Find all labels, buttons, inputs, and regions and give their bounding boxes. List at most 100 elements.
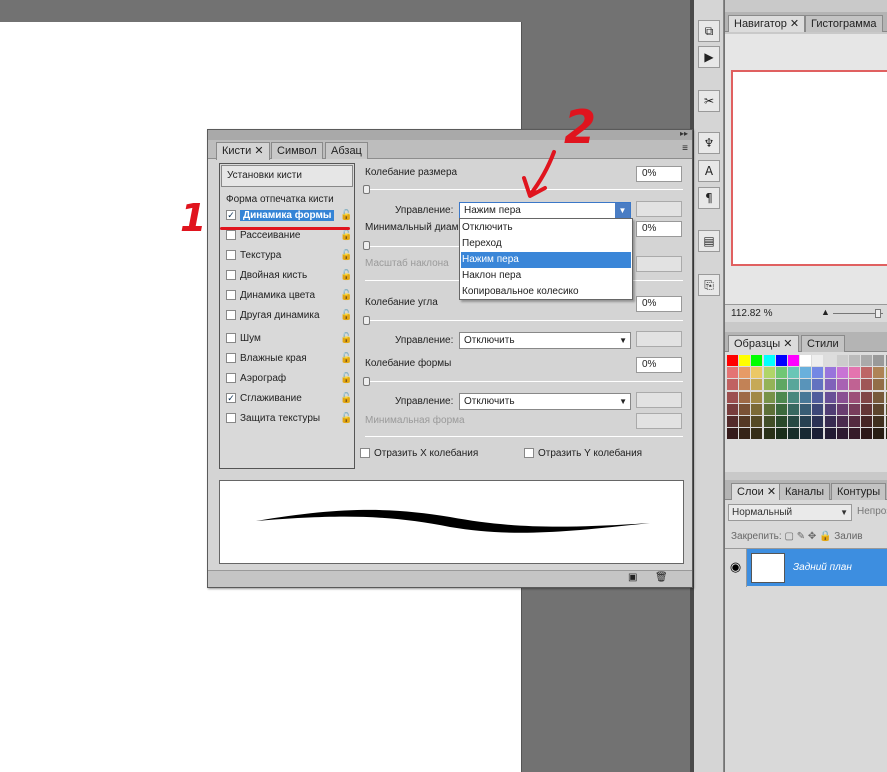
close-icon[interactable]: ✕ [767, 486, 776, 498]
control-dropdown-list[interactable]: Отключить Переход Нажим пера Наклон пера… [459, 218, 633, 300]
lock-icon[interactable]: 🔓 [340, 393, 352, 405]
color-swatch[interactable] [873, 355, 885, 366]
brush-setting-item[interactable]: Двойная кисть [226, 268, 307, 284]
color-swatch[interactable] [812, 367, 824, 379]
lock-position-icon[interactable]: ✥ [808, 531, 816, 542]
color-swatch[interactable] [873, 367, 885, 379]
angle-control-select[interactable]: Отключить ▼ [459, 332, 631, 349]
eye-icon[interactable]: ◉ [725, 549, 747, 587]
lock-icon[interactable]: 🔓 [340, 373, 352, 385]
close-icon[interactable]: ✕ [783, 338, 792, 350]
color-swatch[interactable] [824, 416, 836, 427]
panel-menu-icon[interactable]: ≡ [682, 143, 688, 154]
checkbox[interactable] [226, 333, 236, 344]
close-icon[interactable]: ✕ [790, 18, 799, 30]
lock-icon[interactable]: 🔓 [340, 210, 352, 222]
roundness-jitter-input[interactable]: 0% [636, 357, 682, 373]
color-swatch[interactable] [873, 416, 885, 427]
color-swatch[interactable] [861, 391, 873, 403]
color-swatch[interactable] [775, 428, 787, 440]
color-swatch[interactable] [812, 391, 824, 403]
color-swatch[interactable] [727, 367, 738, 379]
brush-setting-item[interactable]: Текстура [226, 248, 281, 264]
color-swatch[interactable] [739, 355, 751, 366]
color-swatch[interactable] [873, 379, 885, 391]
brush-setting-item[interactable]: Рассеивание [226, 228, 300, 244]
color-swatch[interactable] [763, 428, 775, 440]
checkbox[interactable] [226, 373, 236, 384]
brush-presets-button[interactable]: Установки кисти [221, 165, 353, 187]
size-jitter-knob[interactable] [363, 185, 370, 194]
tab-styles[interactable]: Стили [801, 335, 845, 352]
color-swatch[interactable] [739, 416, 751, 427]
color-swatch[interactable] [775, 416, 787, 427]
color-swatch[interactable] [824, 391, 836, 403]
checkbox[interactable] [226, 310, 236, 321]
color-swatch[interactable] [788, 379, 799, 391]
zoom-slider-knob[interactable] [875, 309, 881, 318]
color-swatch[interactable] [739, 428, 751, 440]
tab-paths[interactable]: Контуры [831, 483, 887, 500]
lock-icon[interactable]: 🔓 [340, 353, 352, 365]
brush-setting-item[interactable]: Другая динамика [226, 308, 320, 324]
blend-mode-select[interactable]: Нормальный ▼ [728, 504, 852, 521]
character-icon[interactable]: A [698, 160, 720, 182]
dropdown-option-stylus-wheel[interactable]: Копировальное колесико [461, 284, 631, 300]
close-icon[interactable]: ✕ [254, 145, 263, 157]
color-swatch[interactable] [727, 428, 738, 440]
lock-icon[interactable]: 🔓 [340, 290, 352, 302]
color-swatch[interactable] [800, 428, 812, 440]
color-swatch[interactable] [751, 355, 763, 366]
checkbox[interactable] [226, 413, 236, 424]
lock-icon[interactable]: 🔓 [340, 270, 352, 282]
tip-shape-item[interactable]: Форма отпечатка кисти [226, 192, 334, 208]
tab-channels[interactable]: Каналы [779, 483, 831, 500]
flip-x-checkbox[interactable]: Отразить X колебания [360, 448, 478, 459]
angle-jitter-knob[interactable] [363, 316, 370, 325]
lock-icon[interactable]: 🔓 [340, 413, 352, 425]
history-icon[interactable]: ⧉ [698, 20, 720, 42]
checkbox[interactable] [524, 448, 534, 459]
color-swatch[interactable] [727, 403, 738, 415]
color-swatch[interactable] [836, 355, 848, 366]
color-swatch[interactable] [800, 403, 812, 415]
brush-setting-item[interactable]: ✓ Сглаживание [226, 391, 302, 407]
lock-icon[interactable]: 🔓 [340, 230, 352, 242]
roundness-jitter-slider[interactable] [365, 381, 683, 382]
color-swatch[interactable] [800, 416, 812, 427]
color-swatch[interactable] [788, 355, 799, 366]
lock-icon[interactable]: 🔓 [340, 333, 352, 345]
color-swatch[interactable] [763, 403, 775, 415]
navigator-area[interactable] [725, 34, 887, 304]
tab-swatches[interactable]: Образцы ✕ [728, 335, 799, 352]
color-swatch[interactable] [861, 379, 873, 391]
color-swatch[interactable] [849, 403, 860, 415]
color-swatch[interactable] [763, 367, 775, 379]
checkbox[interactable] [226, 270, 236, 281]
color-swatch[interactable] [788, 403, 799, 415]
checkbox[interactable]: ✓ [226, 393, 236, 404]
tab-brushes[interactable]: Кисти ✕ [216, 142, 270, 160]
roundness-control-select[interactable]: Отключить ▼ [459, 393, 631, 410]
brush-setting-item[interactable]: Влажные края [226, 351, 307, 367]
roundness-jitter-knob[interactable] [363, 377, 370, 386]
color-swatch[interactable] [800, 391, 812, 403]
dropdown-option-pen-pressure[interactable]: Нажим пера [461, 252, 631, 268]
color-swatch[interactable] [751, 391, 763, 403]
lock-icon[interactable]: 🔓 [340, 250, 352, 262]
color-swatch[interactable] [751, 403, 763, 415]
color-swatch[interactable] [751, 416, 763, 427]
color-swatch[interactable] [739, 367, 751, 379]
notes-icon[interactable]: ▤ [698, 230, 720, 252]
min-diameter-slider[interactable] [365, 246, 465, 247]
color-swatch[interactable] [861, 428, 873, 440]
color-swatch[interactable] [788, 367, 799, 379]
trash-icon[interactable]: 🗑 [655, 572, 668, 583]
color-swatch[interactable] [812, 416, 824, 427]
color-swatch[interactable] [849, 391, 860, 403]
min-diameter-input[interactable]: 0% [636, 221, 682, 237]
dropdown-option-fade[interactable]: Переход [461, 236, 631, 252]
color-swatch[interactable] [775, 367, 787, 379]
flip-y-checkbox[interactable]: Отразить Y колебания [524, 448, 642, 459]
swatch-grid[interactable] [725, 352, 887, 472]
